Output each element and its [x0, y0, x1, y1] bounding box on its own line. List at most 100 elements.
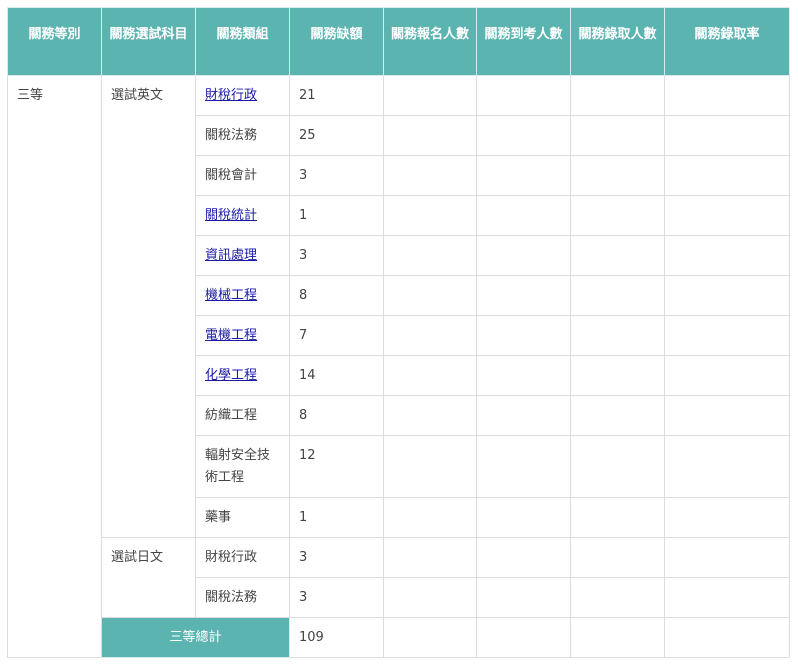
group-cell: 財稅行政 — [195, 537, 290, 578]
header-attendees: 關務到考人數 — [476, 7, 571, 76]
attendees-cell — [476, 395, 571, 436]
applicants-cell — [383, 115, 477, 156]
group-link[interactable]: 財稅行政 — [205, 88, 257, 103]
header-group: 關務類組 — [195, 7, 290, 76]
group-cell: 資訊處理 — [195, 235, 290, 276]
attendees-cell — [476, 577, 571, 618]
group-link[interactable]: 機械工程 — [205, 288, 257, 303]
quota-cell: 8 — [289, 395, 384, 436]
rate-cell — [664, 577, 790, 618]
grade-cell: 三等 — [7, 75, 102, 658]
group-cell: 機械工程 — [195, 275, 290, 316]
rate-cell — [664, 195, 790, 236]
quota-cell: 7 — [289, 315, 384, 356]
applicants-cell — [383, 617, 477, 658]
rate-cell — [664, 617, 790, 658]
quota-cell: 14 — [289, 355, 384, 396]
group-cell: 藥事 — [195, 497, 290, 538]
attendees-cell — [476, 195, 571, 236]
admitted-cell — [570, 355, 665, 396]
admitted-cell — [570, 195, 665, 236]
header-quota: 關務缺額 — [289, 7, 384, 76]
header-applicants: 關務報名人數 — [383, 7, 477, 76]
rate-cell — [664, 497, 790, 538]
quota-cell: 1 — [289, 195, 384, 236]
total-quota: 109 — [289, 617, 384, 658]
table-header: 關務等別 關務選試科目 關務類組 關務缺額 關務報名人數 關務到考人數 關務錄取… — [7, 7, 790, 76]
attendees-cell — [476, 315, 571, 356]
attendees-cell — [476, 155, 571, 196]
applicants-cell — [383, 75, 477, 116]
quota-cell: 12 — [289, 435, 384, 498]
table-body: 三等 選試英文 財稅行政 21 關稅法務 25 關稅會計 3 關稅統計 1 資訊… — [7, 75, 790, 658]
applicants-cell — [383, 577, 477, 618]
rate-cell — [664, 275, 790, 316]
admitted-cell — [570, 75, 665, 116]
group-cell: 財稅行政 — [195, 75, 290, 116]
applicants-cell — [383, 395, 477, 436]
table-row: 三等 選試英文 財稅行政 21 — [7, 75, 790, 658]
applicants-cell — [383, 155, 477, 196]
group-link[interactable]: 電機工程 — [205, 328, 257, 343]
header-admission-rate: 關務錄取率 — [664, 7, 790, 76]
attendees-cell — [476, 115, 571, 156]
header-row: 關務等別 關務選試科目 關務類組 關務缺額 關務報名人數 關務到考人數 關務錄取… — [7, 7, 790, 76]
subject-cell-english: 選試英文 — [101, 75, 196, 538]
quota-cell: 1 — [289, 497, 384, 538]
attendees-cell — [476, 275, 571, 316]
rate-cell — [664, 75, 790, 116]
total-row: 三等總計 109 — [8, 617, 790, 658]
header-grade: 關務等別 — [7, 7, 102, 76]
applicants-cell — [383, 537, 477, 578]
subject-cell-japanese: 選試日文 — [101, 537, 196, 618]
admitted-cell — [570, 275, 665, 316]
admitted-cell — [570, 315, 665, 356]
rate-cell — [664, 355, 790, 396]
quota-cell: 3 — [289, 577, 384, 618]
rate-cell — [664, 537, 790, 578]
group-cell: 關稅法務 — [195, 577, 290, 618]
exam-stats-table-container: 關務等別 關務選試科目 關務類組 關務缺額 關務報名人數 關務到考人數 關務錄取… — [7, 7, 790, 658]
attendees-cell — [476, 355, 571, 396]
quota-cell: 8 — [289, 275, 384, 316]
admitted-cell — [570, 497, 665, 538]
admitted-cell — [570, 395, 665, 436]
applicants-cell — [383, 195, 477, 236]
attendees-cell — [476, 235, 571, 276]
total-label: 三等總計 — [101, 617, 290, 658]
admitted-cell — [570, 235, 665, 276]
admitted-cell — [570, 115, 665, 156]
header-subject: 關務選試科目 — [101, 7, 196, 76]
group-link[interactable]: 關稅統計 — [205, 208, 257, 223]
applicants-cell — [383, 355, 477, 396]
attendees-cell — [476, 617, 571, 658]
group-cell: 關稅法務 — [195, 115, 290, 156]
applicants-cell — [383, 497, 477, 538]
group-cell: 紡織工程 — [195, 395, 290, 436]
rate-cell — [664, 435, 790, 498]
attendees-cell — [476, 537, 571, 578]
exam-stats-table: 關務等別 關務選試科目 關務類組 關務缺額 關務報名人數 關務到考人數 關務錄取… — [7, 7, 790, 658]
rate-cell — [664, 115, 790, 156]
quota-cell: 21 — [289, 75, 384, 116]
group-cell: 電機工程 — [195, 315, 290, 356]
header-admitted: 關務錄取人數 — [570, 7, 665, 76]
group-cell: 化學工程 — [195, 355, 290, 396]
group-link[interactable]: 化學工程 — [205, 368, 257, 383]
admitted-cell — [570, 617, 665, 658]
attendees-cell — [476, 497, 571, 538]
group-cell: 輻射安全技術工程 — [195, 435, 290, 498]
admitted-cell — [570, 155, 665, 196]
attendees-cell — [476, 435, 571, 498]
attendees-cell — [476, 75, 571, 116]
group-cell: 關稅會計 — [195, 155, 290, 196]
quota-cell: 3 — [289, 537, 384, 578]
group-link[interactable]: 資訊處理 — [205, 248, 257, 263]
group-cell: 關稅統計 — [195, 195, 290, 236]
rate-cell — [664, 155, 790, 196]
rate-cell — [664, 315, 790, 356]
table-row: 選試日文 財稅行政 3 — [8, 537, 790, 618]
admitted-cell — [570, 577, 665, 618]
applicants-cell — [383, 275, 477, 316]
admitted-cell — [570, 435, 665, 498]
